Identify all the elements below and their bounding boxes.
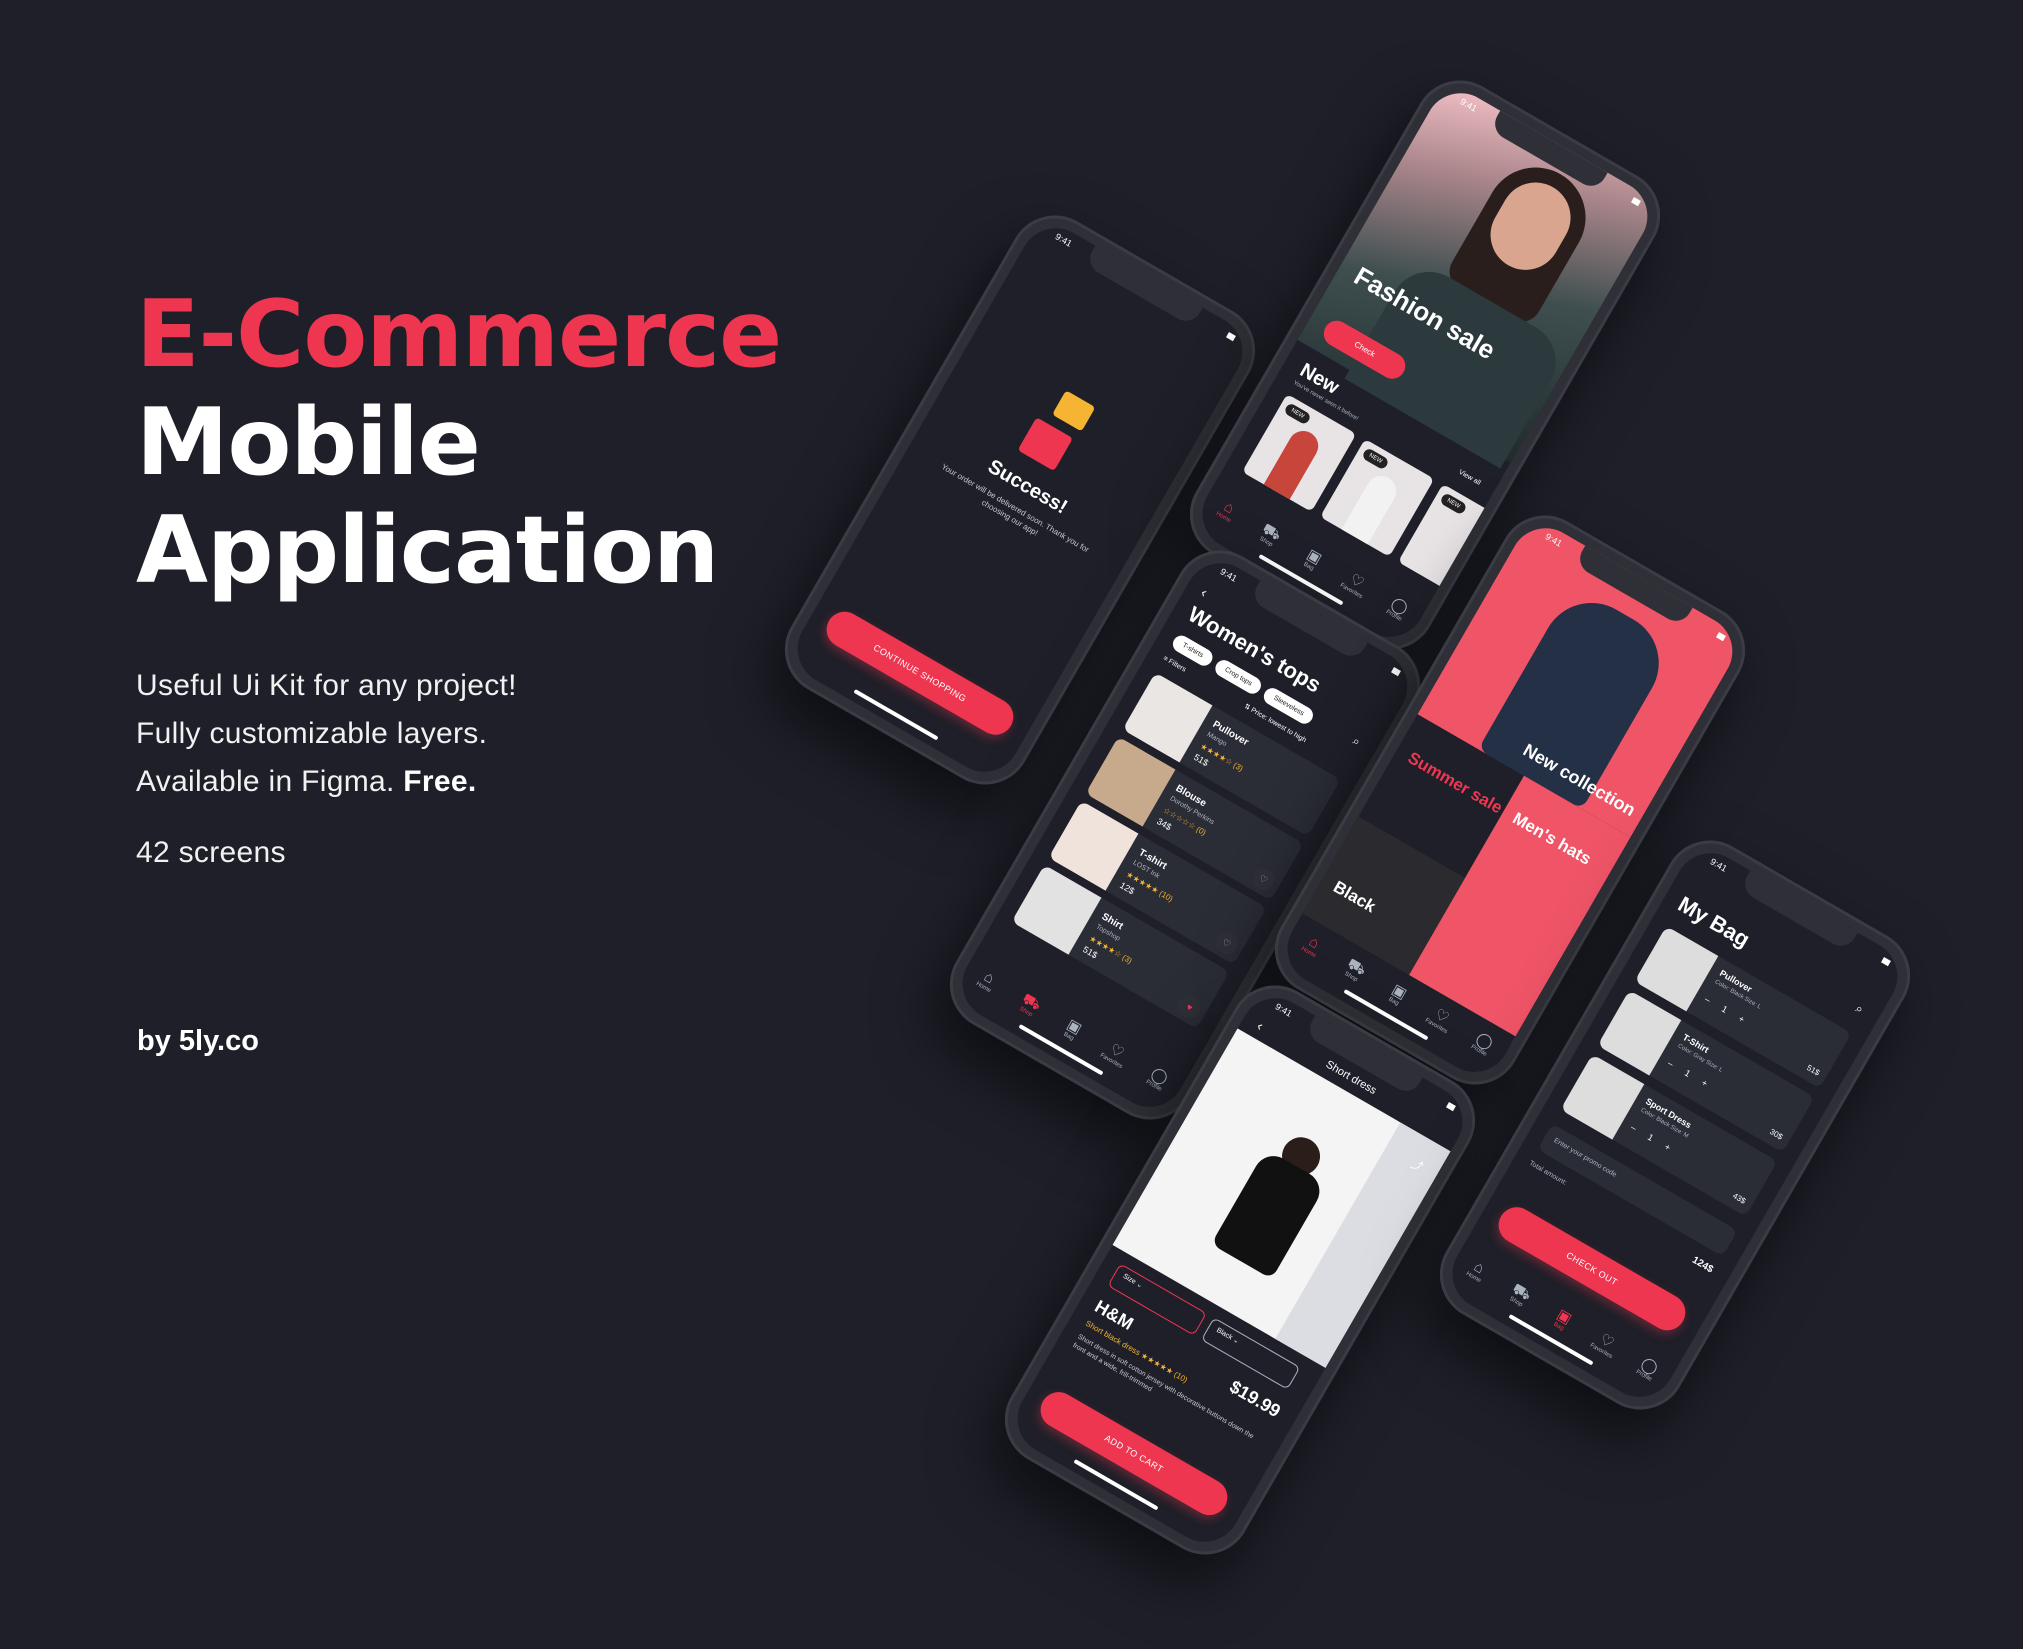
nav-profile[interactable]: ◯ Profile (1625, 1350, 1671, 1389)
hero-free: Free. (403, 765, 477, 798)
nav-bag[interactable]: ▣ Bag (1540, 1300, 1586, 1339)
color-label: Black (1215, 1326, 1234, 1342)
nav-shop[interactable]: ⛟ Shop (1247, 516, 1293, 555)
nav-favorites[interactable]: ♡ Favorites (1092, 1035, 1138, 1074)
notch (1084, 245, 1203, 327)
product-photo (1263, 425, 1324, 500)
bag-icon: ▣ (1388, 980, 1410, 1003)
status-time: 9:41 (1273, 1001, 1294, 1019)
screens-count: 42 screens (136, 836, 286, 869)
new-badge: NEW (1439, 492, 1468, 516)
bag-icon: ▣ (1553, 1305, 1575, 1328)
hero-line-3: Available in Figma. Free. (136, 758, 856, 806)
filters-button[interactable]: ≡ Filters (1162, 655, 1187, 674)
battery-icon (1375, 657, 1401, 677)
favorite-heart-icon[interactable]: ♡ (1211, 928, 1242, 959)
status-time: 9:41 (1218, 566, 1239, 584)
product-price: 51$ (1805, 1063, 1822, 1078)
battery-icon (1865, 947, 1891, 967)
hero-description: Useful Ui Kit for any project! Fully cus… (136, 662, 856, 806)
nav-shop[interactable]: ⛟ Shop (1497, 1276, 1543, 1315)
hero-line-3a: Available in Figma. (136, 765, 395, 798)
nav-home[interactable]: ⌂ Home (1204, 491, 1250, 530)
battery-icon (1210, 322, 1236, 342)
nav-bag[interactable]: ▣ Bag (1290, 540, 1336, 579)
nav-bag[interactable]: ▣ Bag (1050, 1010, 1096, 1049)
hero-photo (1297, 80, 1661, 469)
nav-shop[interactable]: ⛟ Shop (1007, 986, 1053, 1025)
nav-home[interactable]: ⌂ Home (1289, 926, 1335, 965)
filters-label: Filters (1167, 658, 1188, 674)
nav-shop[interactable]: ⛟ Shop (1332, 951, 1378, 990)
nav-bag[interactable]: ▣ Bag (1375, 975, 1421, 1014)
hero-title-accent: E-Commerce (136, 280, 782, 388)
chevron-down-icon: ⌄ (1135, 1280, 1144, 1290)
view-all-link[interactable]: View all (1457, 469, 1481, 487)
search-icon[interactable]: ⌕ (1350, 733, 1363, 749)
bag-icon: ▣ (1063, 1015, 1085, 1038)
shopping-bag-icon (1052, 390, 1096, 432)
search-icon[interactable]: ⌕ (1853, 1001, 1866, 1017)
nav-profile[interactable]: ◯ Profile (1460, 1025, 1506, 1064)
product-price: 30$ (1768, 1127, 1785, 1142)
size-label: Size (1121, 1272, 1137, 1286)
shopping-bag-icon (1017, 417, 1073, 472)
chevron-down-icon: ⌄ (1231, 1336, 1241, 1346)
byline: by 5ly.co (137, 1025, 259, 1057)
product-photo (1341, 470, 1402, 545)
status-time: 9:41 (1708, 856, 1729, 874)
nav-home[interactable]: ⌂ Home (964, 961, 1010, 1000)
favorite-heart-icon[interactable]: ♥ (1174, 992, 1205, 1023)
nav-profile[interactable]: ◯ Profile (1135, 1060, 1181, 1099)
nav-profile[interactable]: ◯ Profile (1375, 590, 1421, 629)
new-badge: NEW (1283, 402, 1312, 426)
product-price: 43$ (1731, 1191, 1748, 1206)
nav-favorites[interactable]: ♡ Favorites (1582, 1325, 1628, 1364)
total-amount: 124$ (1690, 1254, 1715, 1276)
nav-favorites[interactable]: ♡ Favorites (1417, 1000, 1463, 1039)
hero-title-line2: Mobile (136, 388, 481, 496)
hero-line-2: Fully customizable layers. (136, 717, 488, 750)
favorite-heart-icon[interactable]: ♡ (1248, 864, 1279, 895)
back-icon[interactable]: ‹ (1198, 584, 1210, 600)
status-time: 9:41 (1053, 231, 1074, 249)
notch (1739, 870, 1858, 952)
battery-icon (1430, 1092, 1456, 1112)
nav-home[interactable]: ⌂ Home (1454, 1251, 1500, 1290)
hero-section: E-Commerce Mobile Application Useful Ui … (136, 280, 856, 870)
new-badge: NEW (1361, 447, 1390, 471)
hero-title-line3: Application (136, 496, 719, 604)
nav-favorites[interactable]: ♡ Favorites (1332, 565, 1378, 604)
bag-icon: ▣ (1303, 545, 1325, 568)
hero-title: E-Commerce Mobile Application (136, 280, 856, 604)
hero-line-1: Useful Ui Kit for any project! (136, 669, 517, 702)
